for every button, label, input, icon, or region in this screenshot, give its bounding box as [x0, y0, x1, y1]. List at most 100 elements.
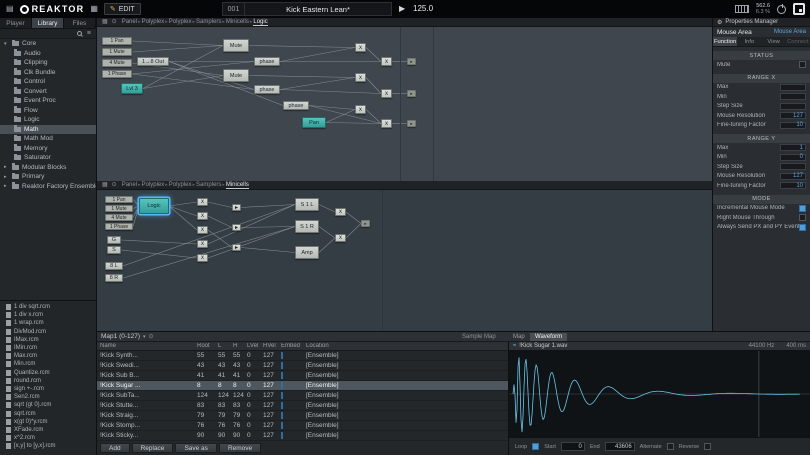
field-mouse-resolution[interactable]: 127 — [780, 112, 806, 119]
tab-map[interactable]: Map — [508, 333, 530, 341]
tree-item-math[interactable]: Math — [0, 125, 96, 135]
breadcrumb-polyplex[interactable]: Polyplex — [169, 19, 192, 25]
module-x[interactable]: x — [355, 105, 366, 114]
field-step-size[interactable] — [780, 163, 806, 170]
module-x[interactable]: x — [197, 212, 208, 220]
structure-pin-icon[interactable]: ⊙ — [112, 19, 117, 25]
tab-waveform[interactable]: Waveform — [530, 333, 567, 341]
module-phase[interactable]: phase — [283, 101, 309, 110]
embed-checkbox[interactable] — [281, 402, 283, 409]
column-header-h[interactable]: H — [230, 343, 244, 349]
breadcrumb-minicells[interactable]: Minicells — [226, 19, 249, 25]
sample-row-kick-straig[interactable]: !Kick Straig...7979790127[Ensemble] — [97, 411, 508, 421]
breadcrumb-polyplex[interactable]: Polyplex — [142, 19, 165, 25]
embed-checkbox[interactable] — [281, 412, 283, 419]
field-max[interactable]: 1 — [780, 144, 806, 151]
loop-checkbox[interactable] — [532, 443, 539, 450]
sample-row-kick-synth[interactable]: !Kick Synth...5555550127[Ensemble] — [97, 351, 508, 361]
field-min[interactable] — [780, 93, 806, 100]
checkbox-incremental-mouse-mode[interactable] — [799, 205, 806, 212]
breadcrumb-logic[interactable]: Logic — [253, 19, 267, 26]
sample-row-kick-stomp[interactable]: !Kick Stomp...7676760127[Ensemble] — [97, 421, 508, 431]
file-item-max-rcm[interactable]: Max.rcm — [0, 352, 96, 360]
list-menu-icon[interactable]: ≡ — [87, 30, 91, 37]
module-mute[interactable]: Mute — [223, 69, 249, 82]
bpm-value[interactable]: 125.0 — [413, 4, 433, 13]
checkbox-right-mouse-through[interactable] — [799, 214, 806, 221]
module-s-1-l[interactable]: S 1 L — [295, 198, 319, 211]
sample-row-kick-swedi[interactable]: !Kick Swedi...4343430127[Ensemble] — [97, 361, 508, 371]
module-1-8-out[interactable]: 1→8 Out — [137, 57, 169, 66]
embed-checkbox[interactable] — [281, 352, 283, 359]
properties-tab-info[interactable]: Info — [737, 37, 761, 46]
properties-tab-view[interactable]: View — [762, 37, 786, 46]
column-header-embed[interactable]: Embed — [278, 343, 303, 349]
field-step-size[interactable] — [780, 103, 806, 110]
module-item[interactable]: ▸ — [407, 90, 416, 97]
file-item-divmod-rcm[interactable]: DivMod.rcm — [0, 328, 96, 336]
embed-checkbox[interactable] — [281, 422, 283, 429]
search-icon[interactable] — [77, 31, 82, 36]
tree-item-reaktor-factory-ensembles[interactable]: ▸Reaktor Factory Ensembles — [0, 182, 96, 192]
tree-item-memory[interactable]: Memory — [0, 144, 96, 154]
module-lvl-3[interactable]: Lvl 3 — [121, 83, 143, 94]
tree-item-event-proc[interactable]: Event Proc — [0, 96, 96, 106]
module-x[interactable]: x — [335, 234, 346, 242]
module-1-pan[interactable]: 1 Pan — [102, 37, 132, 45]
tree-item-core[interactable]: ▾Core — [0, 39, 96, 49]
file-item-quantize-rcm[interactable]: Quantize.rcm — [0, 369, 96, 377]
module-item[interactable]: ▸ — [232, 204, 241, 211]
breadcrumb-panel[interactable]: Panel — [122, 182, 137, 188]
field-fine-tuning-factor[interactable]: 10 — [780, 182, 806, 189]
tree-item-math-mod[interactable]: Math Mod — [0, 134, 96, 144]
column-header-hvel[interactable]: HVel — [260, 343, 278, 349]
tree-item-control[interactable]: Control — [0, 77, 96, 87]
loop-end-field[interactable]: 43606 — [605, 442, 635, 451]
sidebar-tab-files[interactable]: Files — [64, 18, 96, 28]
embed-checkbox[interactable] — [281, 382, 283, 389]
button-remove[interactable]: Remove — [219, 443, 261, 453]
structure-pin-icon[interactable]: ⊙ — [112, 182, 117, 188]
button-add[interactable]: Add — [100, 443, 130, 453]
midi-keyboard-icon[interactable] — [735, 5, 749, 13]
field-min[interactable]: 0 — [780, 154, 806, 161]
structure-canvas[interactable]: 1 Pan1 Mute4 Mute1 PhaseLogicGS8 L8 Rxxx… — [97, 190, 712, 331]
module-8-r[interactable]: 8 R — [105, 274, 123, 282]
module-x[interactable]: x — [355, 43, 366, 52]
tree-item-audio[interactable]: Audio — [0, 49, 96, 59]
properties-tab-function[interactable]: Function — [713, 37, 737, 46]
sample-row-kick-sugar[interactable]: !Kick Sugar ...8880127[Ensemble] — [97, 381, 508, 391]
module-1-phase[interactable]: 1 Phase — [102, 70, 132, 78]
module-x[interactable]: x — [381, 57, 392, 66]
column-header-root[interactable]: Root — [194, 343, 215, 349]
file-item-sen2-rcm[interactable]: Sen2.rcm — [0, 393, 96, 401]
sample-row-kick-subta[interactable]: !Kick SubTa...1241241240127[Ensemble] — [97, 391, 508, 401]
module-1-phase[interactable]: 1 Phase — [105, 223, 133, 230]
module-4-mute[interactable]: 4 Mute — [102, 59, 132, 67]
file-item-1-wrap-rcm[interactable]: 1 wrap.rcm — [0, 319, 96, 327]
reverse-checkbox[interactable] — [704, 443, 711, 450]
sidebar-tab-library[interactable]: Library — [32, 18, 64, 28]
module-s[interactable]: S — [107, 246, 121, 254]
column-header-location[interactable]: Location — [303, 343, 508, 349]
module-amp[interactable]: Amp — [295, 246, 319, 259]
preset-number[interactable]: 001 — [223, 3, 245, 15]
module-1-mute[interactable]: 1 Mute — [102, 48, 132, 56]
field-mouse-resolution[interactable]: 127 — [780, 173, 806, 180]
module-item[interactable]: ▸ — [407, 120, 416, 127]
module-x[interactable]: x — [197, 226, 208, 234]
embed-checkbox[interactable] — [281, 362, 283, 369]
file-item-xfade-rcm[interactable]: XFade.rcm — [0, 426, 96, 434]
structure-grid-icon[interactable]: ▦ — [102, 19, 108, 25]
module-item[interactable]: ▸ — [407, 58, 416, 65]
column-header-l[interactable]: L — [215, 343, 230, 349]
breadcrumb-samplers[interactable]: Samplers — [196, 19, 221, 25]
embed-checkbox[interactable] — [281, 372, 283, 379]
column-header-lvel[interactable]: LVel — [244, 343, 260, 349]
module-x[interactable]: x — [197, 240, 208, 248]
properties-tab-connect[interactable]: Connect — [786, 37, 810, 46]
tree-item-modular-blocks[interactable]: ▸Modular Blocks — [0, 163, 96, 173]
module-mute[interactable]: Mute — [223, 39, 249, 52]
alternate-checkbox[interactable] — [667, 443, 674, 450]
module-x[interactable]: x — [197, 254, 208, 262]
